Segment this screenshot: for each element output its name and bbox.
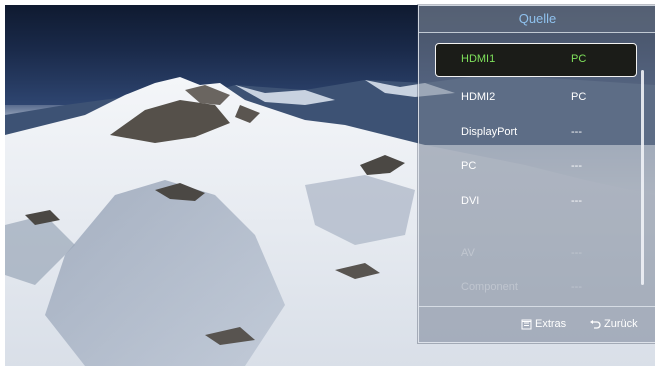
source-item-component: Component --- bbox=[435, 270, 637, 302]
extras-button[interactable]: Extras bbox=[521, 307, 566, 341]
source-value: PC bbox=[571, 53, 587, 65]
source-value: --- bbox=[571, 195, 582, 207]
source-list: HDMI1 PC HDMI2 PC DisplayPort --- PC ---… bbox=[419, 40, 641, 302]
source-item-hdmi2[interactable]: HDMI2 PC bbox=[435, 80, 637, 114]
source-name: DisplayPort bbox=[461, 126, 518, 138]
panel-footer: Extras Zurück bbox=[419, 306, 655, 341]
source-value: --- bbox=[571, 247, 582, 259]
source-name: HDMI2 bbox=[461, 91, 496, 103]
source-name: DVI bbox=[461, 195, 480, 207]
source-value: --- bbox=[571, 160, 582, 172]
source-value: --- bbox=[571, 126, 582, 138]
source-value: PC bbox=[571, 91, 587, 103]
source-menu-panel: Quelle HDMI1 PC HDMI2 PC DisplayPort ---… bbox=[418, 5, 655, 343]
source-item-av: AV --- bbox=[435, 236, 637, 270]
source-item-dvi[interactable]: DVI --- bbox=[435, 184, 637, 218]
panel-title: Quelle bbox=[419, 6, 655, 33]
back-button[interactable]: Zurück bbox=[589, 307, 638, 341]
source-name: HDMI1 bbox=[461, 53, 496, 65]
extras-label: Extras bbox=[535, 318, 567, 330]
source-value: --- bbox=[571, 281, 582, 293]
list-scrollbar[interactable] bbox=[641, 70, 644, 285]
source-name: Component bbox=[461, 281, 518, 293]
source-item-hdmi1[interactable]: HDMI1 PC bbox=[435, 43, 637, 77]
source-item-displayport[interactable]: DisplayPort --- bbox=[435, 115, 637, 149]
source-item-pc[interactable]: PC --- bbox=[435, 149, 637, 183]
source-name: AV bbox=[461, 247, 475, 259]
tools-icon bbox=[521, 319, 532, 330]
source-name: PC bbox=[461, 160, 477, 172]
back-label: Zurück bbox=[604, 318, 638, 330]
return-arrow-icon bbox=[589, 319, 601, 330]
